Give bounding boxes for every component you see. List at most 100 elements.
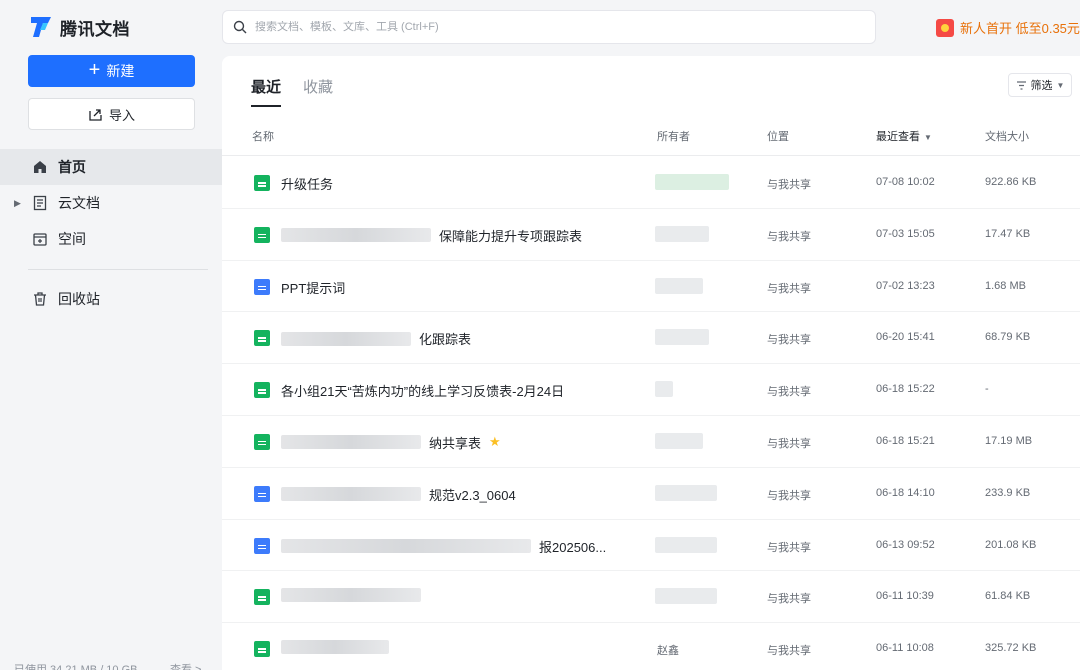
- column-header-name[interactable]: 名称: [252, 128, 274, 144]
- new-button-label: 新建: [106, 63, 135, 79]
- file-list: 升级任务 与我共享 07-08 10:02 922.86 KB 保障能力提升专项…: [222, 157, 1080, 670]
- table-row[interactable]: 报202506... 与我共享 06-13 09:52 201.08 KB: [222, 520, 1080, 572]
- sheet-file-icon: [254, 175, 270, 191]
- new-button[interactable]: + 新建: [28, 55, 195, 87]
- file-title-text: 规范v2.3_0604: [429, 487, 516, 503]
- file-title-text: 报202506...: [539, 539, 607, 555]
- file-title: 化跟踪表: [281, 329, 471, 348]
- owner-avatar-blurred: [655, 536, 717, 553]
- import-button-label: 导入: [108, 107, 135, 123]
- sidebar-item-label: 空间: [58, 231, 86, 247]
- file-size: 17.47 KB: [985, 227, 1031, 240]
- file-last-viewed: 07-08 10:02: [876, 176, 935, 188]
- tab-favorites[interactable]: 收藏: [303, 76, 333, 107]
- column-header-owner[interactable]: 所有者: [657, 128, 690, 144]
- file-size: 233.9 KB: [985, 486, 1031, 499]
- file-last-viewed: 06-11 10:39: [876, 590, 934, 603]
- filter-button[interactable]: 筛选 ▼: [1008, 73, 1072, 97]
- table-row[interactable]: 升级任务 与我共享 07-08 10:02 922.86 KB: [222, 157, 1080, 209]
- table-row[interactable]: PPT提示词 与我共享 07-02 13:23 1.68 MB: [222, 261, 1080, 313]
- expand-caret-icon[interactable]: ▶: [14, 198, 21, 209]
- file-last-viewed: 06-18 15:22: [876, 383, 935, 396]
- column-header-last-viewed-label: 最近查看: [876, 131, 920, 143]
- table-row[interactable]: 纳共享表 ★ 与我共享 06-18 15:21 17.19 MB: [222, 416, 1080, 468]
- sidebar-item-cloud-docs[interactable]: ▶ 云文档: [0, 185, 222, 221]
- owner-avatar-blurred: [655, 381, 673, 398]
- column-header-location[interactable]: 位置: [767, 128, 789, 144]
- sidebar-item-home[interactable]: 首页: [0, 149, 222, 185]
- sidebar-item-space[interactable]: 空间: [0, 221, 222, 257]
- file-title-text: PPT提示词: [281, 280, 346, 296]
- chevron-down-icon: ▼: [1056, 80, 1065, 90]
- storage-more-link[interactable]: 查看 >: [170, 661, 201, 670]
- table-row[interactable]: 规范v2.3_0604 与我共享 06-18 14:10 233.9 KB: [222, 468, 1080, 520]
- home-icon: [32, 159, 48, 175]
- tab-recent[interactable]: 最近: [251, 76, 282, 107]
- file-title: 报202506...: [281, 537, 606, 556]
- owner-avatar-blurred: [655, 329, 709, 346]
- file-location: 与我共享: [767, 334, 811, 347]
- trash-icon: [32, 291, 48, 307]
- column-header-size[interactable]: 文档大小: [985, 128, 1029, 144]
- search-bar[interactable]: [222, 10, 876, 44]
- sidebar-item-trash[interactable]: 回收站: [0, 281, 222, 317]
- owner-avatar-blurred: [655, 432, 703, 449]
- space-icon: [32, 231, 48, 247]
- file-size: 17.19 MB: [985, 434, 1033, 447]
- file-title: 升级任务: [281, 174, 333, 193]
- file-title: PPT提示词: [281, 278, 345, 297]
- table-row[interactable]: 化跟踪表 与我共享 06-20 15:41 68.79 KB: [222, 312, 1080, 365]
- import-icon: [89, 108, 102, 121]
- redacted-text: [281, 228, 431, 243]
- sheet-file-icon: [254, 330, 270, 347]
- file-owner: 赵鑫: [657, 645, 679, 658]
- redacted-text: [281, 640, 389, 655]
- red-packet-icon: [936, 18, 954, 37]
- promo-banner[interactable]: 新人首开 低至0.35元: [936, 18, 1080, 37]
- table-row[interactable]: 赵鑫 与我共享 06-11 10:08 325.72 KB: [222, 623, 1080, 670]
- file-size: 68.79 KB: [985, 331, 1031, 344]
- file-last-viewed: 06-18 14:10: [876, 486, 935, 499]
- owner-avatar-blurred: [655, 588, 717, 605]
- file-location: 与我共享: [767, 645, 811, 658]
- sidebar-item-label: 回收站: [58, 291, 100, 307]
- file-title-text: 保障能力提升专项跟踪表: [439, 228, 583, 244]
- tab-bar: 最近 收藏: [251, 76, 333, 107]
- file-size: 61.84 KB: [985, 590, 1031, 603]
- storage-usage: 已使用 34.21 MB / 10 GB: [14, 664, 138, 670]
- file-location: 与我共享: [767, 386, 811, 399]
- owner-avatar-blurred: [655, 277, 703, 294]
- table-row[interactable]: 与我共享 06-11 10:39 61.84 KB: [222, 571, 1080, 624]
- brand-name: 腾讯文档: [60, 19, 130, 39]
- sidebar: 腾讯文档 + 新建 导入 首页 ▶ 云文档 空间 回收站 已使用 34.21 M…: [0, 0, 222, 670]
- file-location: 与我共享: [767, 489, 811, 502]
- file-size: 1.68 MB: [985, 279, 1026, 292]
- doc-file-icon: [254, 278, 270, 295]
- sheet-file-icon: [254, 226, 270, 243]
- table-row[interactable]: 保障能力提升专项跟踪表 与我共享 07-03 15:05 17.47 KB: [222, 209, 1080, 261]
- promo-text: 新人首开 低至0.35元: [960, 21, 1080, 36]
- file-title: 保障能力提升专项跟踪表: [281, 226, 582, 245]
- plus-icon: +: [88, 59, 101, 81]
- brand-logo[interactable]: 腾讯文档: [28, 14, 130, 40]
- sheet-file-icon: [254, 382, 270, 399]
- redacted-text: [281, 331, 411, 346]
- file-title-text: 化跟踪表: [419, 332, 472, 348]
- owner-avatar-blurred: [655, 484, 717, 501]
- file-location: 与我共享: [767, 230, 811, 243]
- file-location: 与我共享: [767, 593, 811, 606]
- star-icon[interactable]: ★: [489, 434, 501, 450]
- sheet-file-icon: [254, 641, 270, 658]
- owner-avatar-blurred: [655, 225, 709, 242]
- redacted-text: [281, 588, 421, 603]
- sheet-file-icon: [254, 589, 270, 606]
- table-row[interactable]: 各小组21天“苦炼内功”的线上学习反馈表-2月24日 与我共享 06-18 15…: [222, 364, 1080, 416]
- column-header-last-viewed[interactable]: 最近查看 ▼: [876, 128, 932, 144]
- file-last-viewed: 06-11 10:08: [876, 642, 934, 655]
- search-input[interactable]: [255, 21, 815, 33]
- sidebar-item-label: 云文档: [58, 195, 100, 211]
- sheet-file-icon: [254, 433, 270, 450]
- file-title: 各小组21天“苦炼内功”的线上学习反馈表-2月24日: [281, 381, 564, 400]
- import-button[interactable]: 导入: [28, 98, 195, 130]
- file-title: 规范v2.3_0604: [281, 485, 516, 504]
